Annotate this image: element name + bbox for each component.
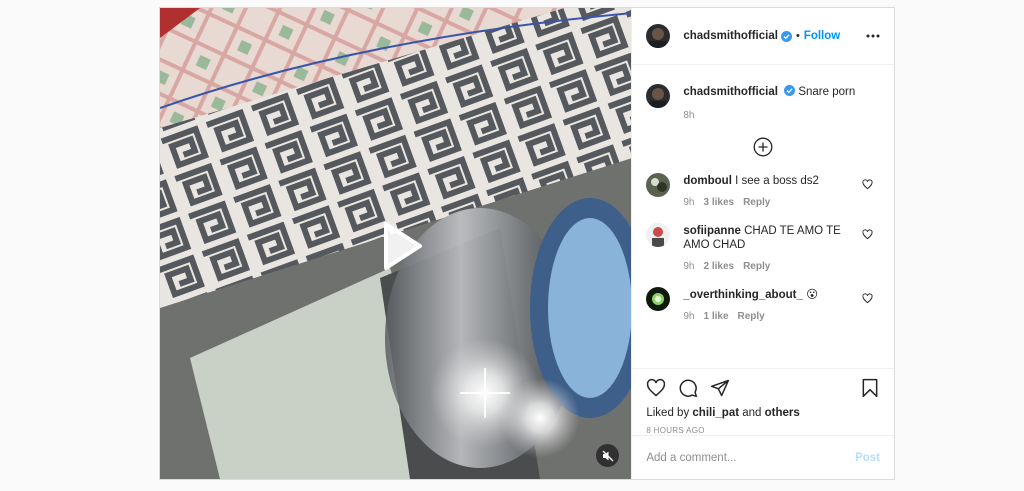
comment-text: 😮 (806, 289, 819, 301)
comment-like-icon[interactable] (862, 229, 873, 240)
caption-time[interactable]: 8h (683, 109, 855, 123)
comment-username[interactable]: _overthinking_about_ (683, 289, 803, 301)
comment-text: I see a boss ds2 (735, 175, 819, 187)
separator-dot: • (795, 30, 800, 42)
comment-button[interactable] (678, 378, 698, 398)
comment-item: domboul I see a boss ds2 9h 3 likes Repl… (646, 173, 880, 210)
comment-username[interactable]: domboul (683, 175, 732, 187)
post-header: chadsmithofficial • Follow (632, 8, 894, 65)
comment-meta: 9h 2 likes Reply (683, 260, 843, 274)
post-comment-button[interactable]: Post (855, 452, 880, 464)
posted-time[interactable]: 8 HOURS AGO (646, 426, 880, 435)
comment-username[interactable]: sofiipanne (683, 225, 741, 237)
commenter-avatar[interactable] (646, 287, 671, 311)
comment-likes[interactable]: 3 likes (703, 196, 734, 210)
post-actions: Liked by chili_pat and others 8 HOURS AG… (632, 368, 894, 435)
bookmark-icon (862, 378, 878, 397)
caption-body: chadsmithofficial Snare porn 8h (683, 84, 855, 123)
mute-button[interactable] (596, 444, 619, 467)
verified-badge-icon (780, 30, 792, 42)
video-player[interactable] (160, 8, 632, 479)
comment-meta: 9h 1 like Reply (683, 310, 843, 324)
commenter-avatar[interactable] (646, 223, 671, 247)
share-button[interactable] (710, 378, 730, 398)
post-sidebar: chadsmithofficial • Follow chadsmithoffi… (631, 8, 894, 479)
author-avatar[interactable] (646, 24, 671, 48)
verified-badge-icon (784, 85, 796, 96)
save-button[interactable] (860, 378, 880, 398)
comment-like-icon[interactable] (862, 293, 873, 304)
comment-body: sofiipanne CHAD TE AMO TE AMO CHAD 9h 2 … (683, 223, 843, 274)
more-options-icon (866, 34, 880, 38)
share-icon (711, 379, 730, 396)
comment-like-icon[interactable] (862, 179, 873, 190)
load-more-comments[interactable] (646, 137, 880, 157)
liked-by-prefix: Liked by (646, 407, 690, 419)
comment-icon (679, 379, 698, 397)
liked-by-user[interactable]: chili_pat (692, 407, 739, 419)
reply-button[interactable]: Reply (738, 310, 765, 324)
comment-time[interactable]: 9h (683, 310, 694, 324)
comments-section[interactable]: chadsmithofficial Snare porn 8h domboul … (632, 65, 894, 368)
comment-meta: 9h 3 likes Reply (683, 196, 843, 210)
liked-by-and: and (742, 407, 762, 419)
reply-button[interactable]: Reply (743, 260, 770, 274)
comment-item: sofiipanne CHAD TE AMO TE AMO CHAD 9h 2 … (646, 223, 880, 274)
author-username[interactable]: chadsmithofficial (683, 30, 778, 42)
play-icon[interactable] (374, 220, 426, 272)
reply-button[interactable]: Reply (743, 196, 770, 210)
like-button[interactable] (646, 378, 666, 398)
comment-likes[interactable]: 1 like (703, 310, 728, 324)
comment-likes[interactable]: 2 likes (703, 260, 734, 274)
author-avatar-caption[interactable] (646, 84, 671, 108)
liked-by-others[interactable]: others (765, 407, 800, 419)
action-icons (646, 369, 880, 406)
muted-speaker-icon (602, 450, 613, 461)
post-caption: chadsmithofficial Snare porn 8h (646, 84, 880, 123)
comment-body: domboul I see a boss ds2 9h 3 likes Repl… (683, 173, 843, 210)
comment-item: _overthinking_about_ 😮 9h 1 like Reply (646, 287, 880, 324)
caption-username[interactable]: chadsmithofficial (683, 86, 778, 98)
instagram-post: chadsmithofficial • Follow chadsmithoffi… (159, 7, 895, 480)
comment-time[interactable]: 9h (683, 260, 694, 274)
add-comment-bar: Post (632, 435, 894, 479)
commenter-avatar[interactable] (646, 173, 671, 197)
liked-by: Liked by chili_pat and others (646, 407, 880, 419)
comment-time[interactable]: 9h (683, 196, 694, 210)
comment-input[interactable] (646, 451, 856, 464)
plus-circle-icon (753, 137, 773, 157)
caption-text: Snare porn (798, 86, 856, 98)
comment-body: _overthinking_about_ 😮 9h 1 like Reply (683, 287, 843, 324)
heart-icon (647, 378, 666, 396)
more-options-button[interactable] (866, 29, 880, 43)
follow-button[interactable]: Follow (804, 30, 840, 42)
